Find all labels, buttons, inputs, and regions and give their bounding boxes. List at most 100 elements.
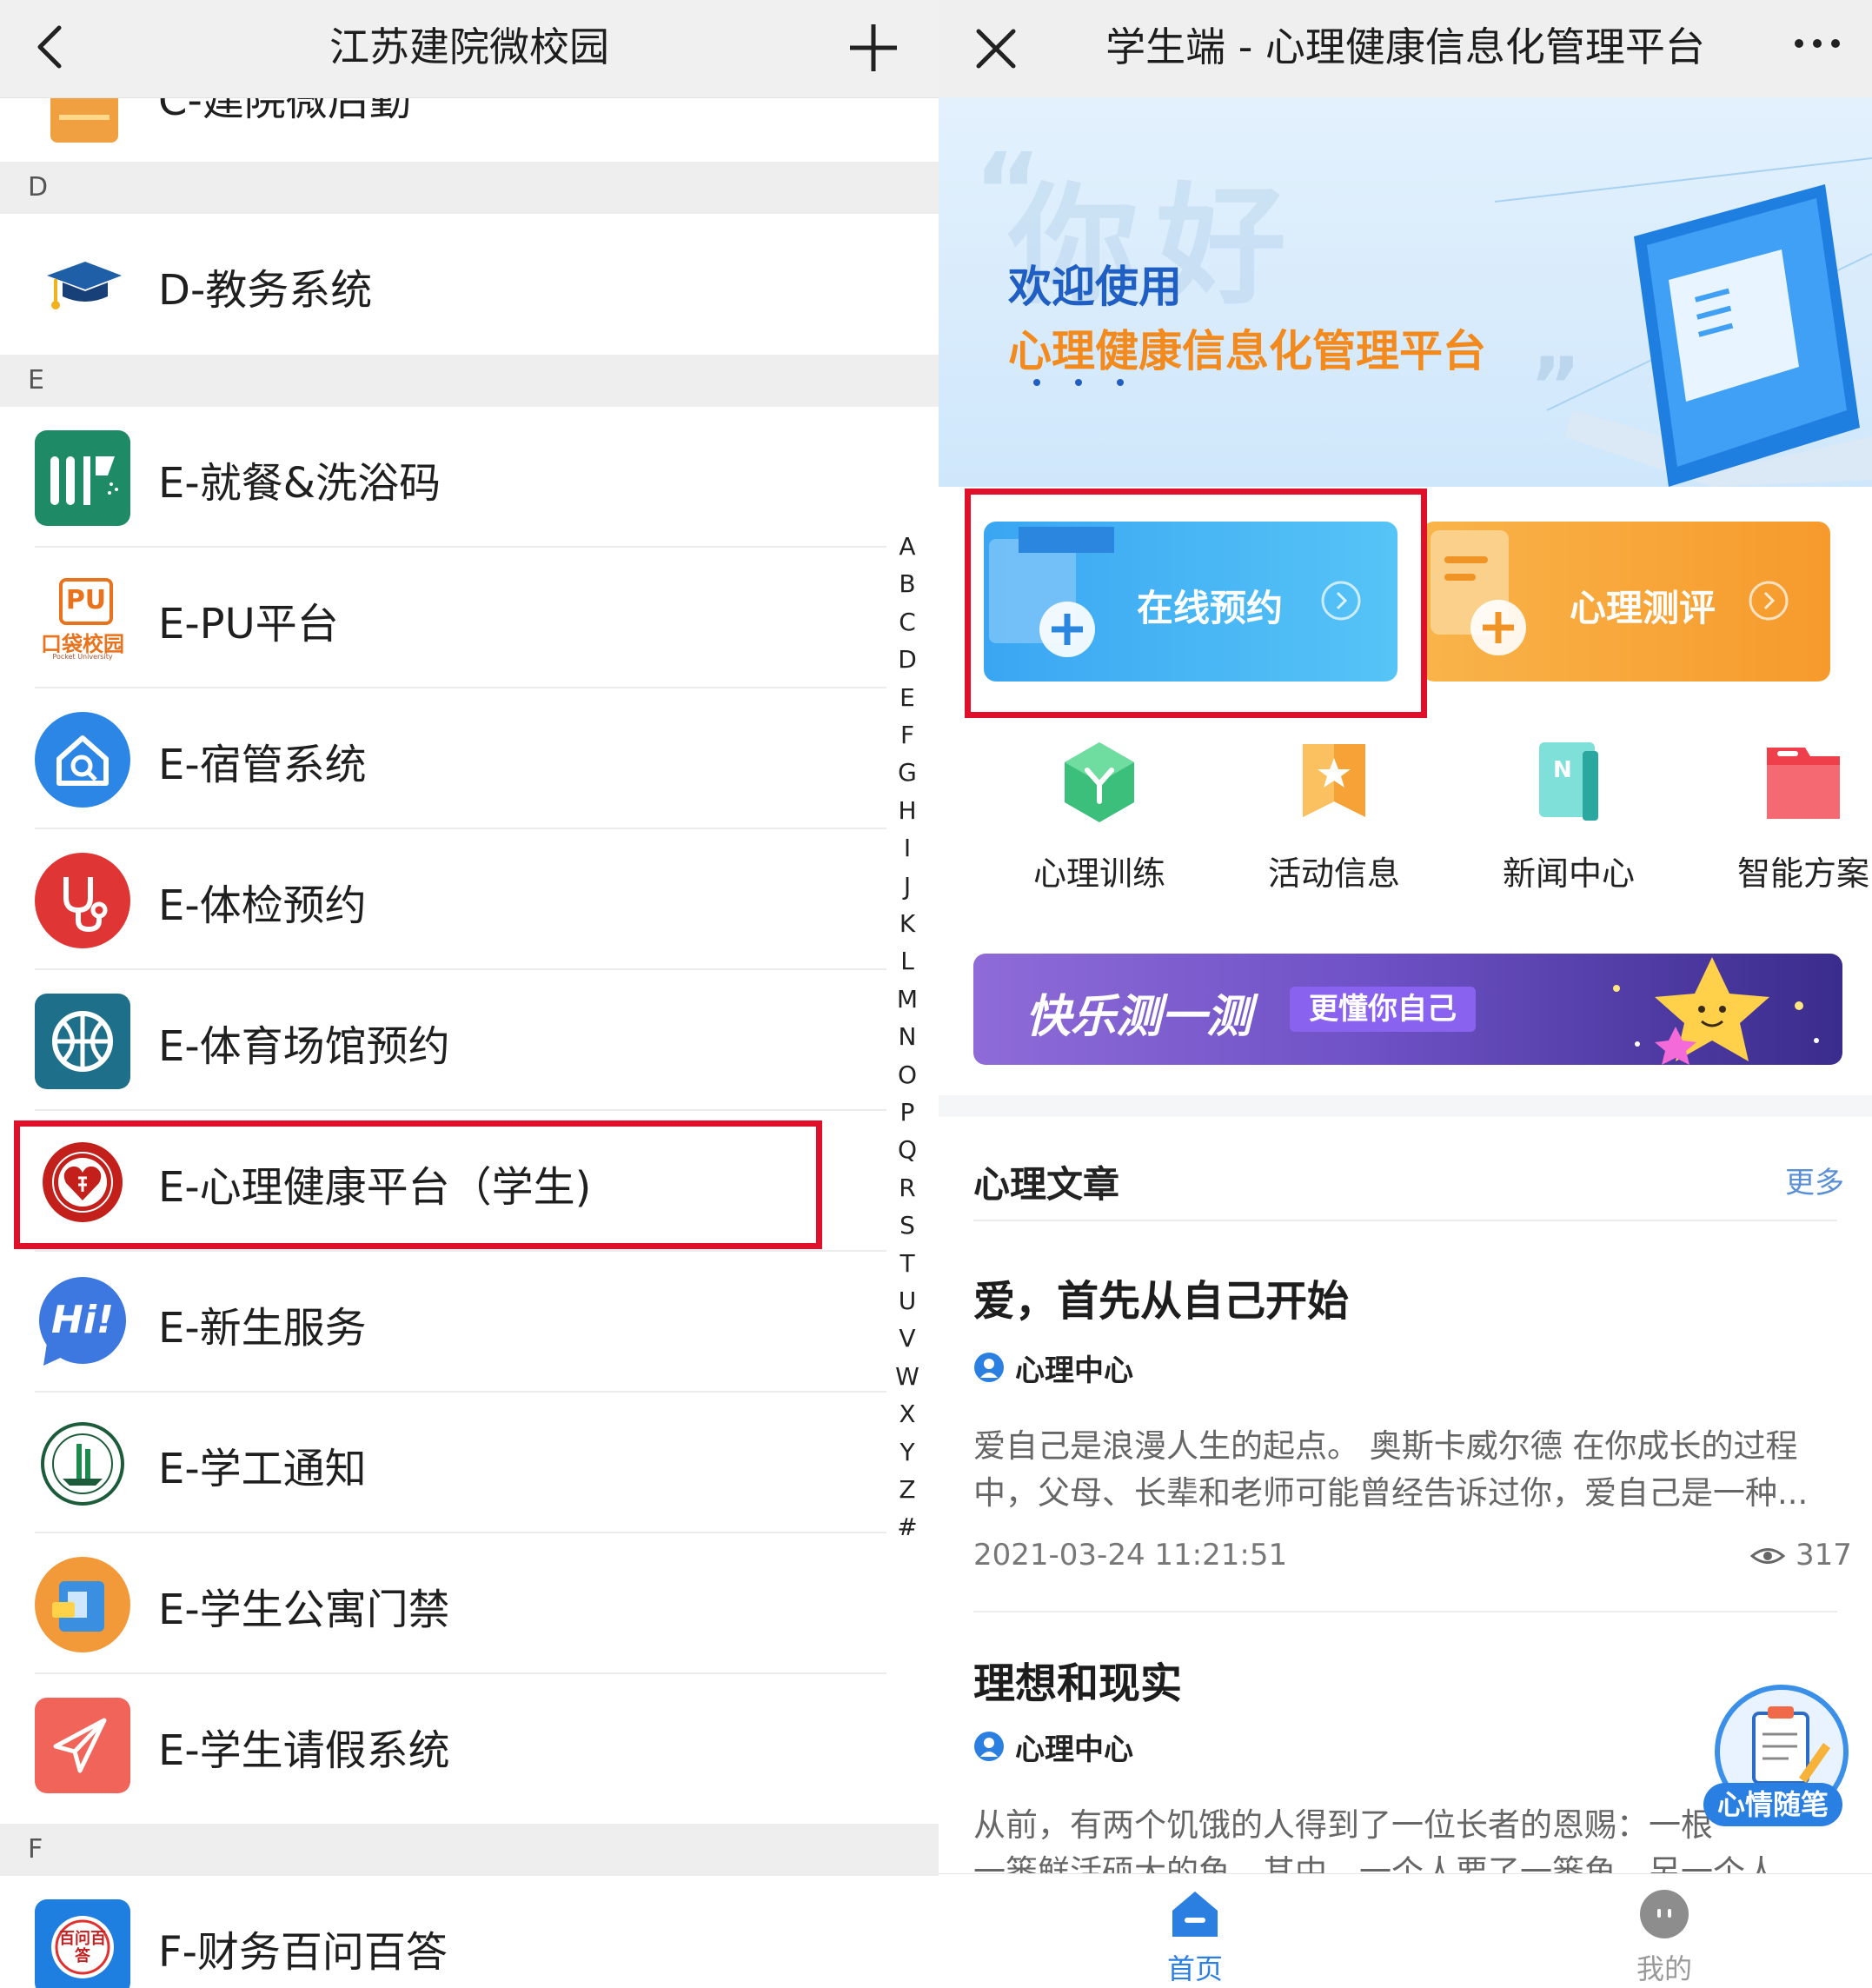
list-item-label: E-体育场馆预约 [158,1022,450,1071]
nav-mine[interactable]: 我的 [1608,1883,1721,1987]
close-icon[interactable] [970,23,1022,75]
alphabet-index-letter[interactable]: W [892,1362,923,1391]
grid-item-activity[interactable]: 活动信息 [1234,739,1434,895]
article-author: 心理中心 [1015,1732,1133,1767]
list-item-e-pu[interactable]: PU 口袋校园 Pocket University E-PU平台 [0,548,939,688]
alphabet-index-letter[interactable]: # [892,1513,923,1541]
section-header-e: E [0,355,939,407]
list-item-label: E-体检预约 [158,881,367,930]
list-item-label: E-新生服务 [158,1304,367,1353]
grid-item-news[interactable]: N 新闻中心 [1469,739,1669,895]
plus-icon[interactable] [843,17,904,78]
alphabet-index-letter[interactable]: L [892,947,923,975]
happy-sub-badge: 更懂你自己 [1290,987,1476,1032]
list-item-label: D-教务系统 [158,266,373,315]
list-item-e-notice[interactable]: E-学工通知 [0,1393,939,1533]
alphabet-index-letter[interactable]: S [892,1211,923,1240]
grid-label: 心理训练 [1032,854,1165,893]
happy-test-banner[interactable]: 快乐测一测 更懂你自己 [973,954,1842,1065]
grid-item-solution[interactable]: 智能方案 [1703,739,1872,895]
alphabet-index-letter[interactable]: C [892,608,923,636]
list-item-f-finance[interactable]: 百问百答 F-财务百问百答 [0,1876,939,1988]
alphabet-index-letter[interactable]: V [892,1324,923,1353]
alphabet-index-letter[interactable]: B [892,569,923,598]
pu-text: PU [59,578,113,625]
alphabet-index-letter[interactable]: F [892,721,923,749]
nav-label: 我的 [1636,1952,1692,1985]
alphabet-index-letter[interactable]: Q [892,1135,923,1164]
nav-label: 首页 [1166,1952,1223,1985]
alphabet-index-letter[interactable]: Y [892,1438,923,1466]
alphabet-index-letter[interactable]: O [892,1060,923,1089]
article-excerpt-line1: 爱自己是浪漫人生的起点。 奥斯卡威尔德 在你成长的过程 [973,1427,1798,1465]
list-item-e-freshman[interactable]: Hi! E-新生服务 [0,1252,939,1393]
grid-item-training[interactable]: 心理训练 [999,739,1199,895]
alphabet-index-letter[interactable]: K [892,909,923,938]
article-date: 2021-03-24 11:21:51 [973,1538,1288,1572]
list-item-partial[interactable]: C-建院微后勤 [0,97,939,162]
pu-tiny: Pocket University [52,653,113,661]
list-item-e-dining[interactable]: E-就餐&洗浴码 [0,407,939,548]
alphabet-index-letter[interactable]: D [892,645,923,674]
nav-home[interactable]: 首页 [1138,1883,1251,1987]
list-item-e-leave[interactable]: E-学生请假系统 [0,1674,939,1815]
psych-assessment-tile[interactable]: 心理测评 [1422,522,1830,682]
section-letter: F [28,1834,43,1865]
list-item-label: E-学工通知 [158,1445,367,1493]
dining-shower-icon [35,430,130,526]
banner-dots [1032,374,1137,386]
alphabet-index-letter[interactable]: I [892,834,923,862]
article-excerpt-line2: 中，父母、长辈和老师可能曾经告诉过你，爱自己是一种... [973,1474,1809,1512]
more-options-icon[interactable] [1787,26,1848,61]
access-card-icon [35,1557,130,1652]
alphabet-index-letter[interactable]: E [892,683,923,712]
alphabet-index[interactable]: A B C D E F G H I J K L M N O P Q R S T U V W X Y Z # [892,532,930,1541]
highlight-box [14,1120,822,1249]
article-views: 317 [1796,1538,1852,1572]
article-title[interactable]: 爱，首先从自己开始 [973,1267,1349,1327]
chevron-circle-icon [1749,581,1789,621]
alphabet-index-letter[interactable]: Z [892,1475,923,1504]
alphabet-index-letter[interactable]: T [892,1249,923,1278]
section-letter: E [28,365,44,396]
computer-illustration [1495,157,1872,487]
alphabet-index-letter[interactable]: R [892,1174,923,1202]
bottom-nav: 首页 我的 [939,1873,1872,1988]
alphabet-index-letter[interactable]: U [892,1287,923,1315]
list-item-e-dorm[interactable]: E-宿管系统 [0,688,939,829]
more-link[interactable]: 更多 [1785,1159,1844,1201]
user-icon [974,1732,1004,1761]
title-bar: 学生端 - 心理健康信息化管理平台 [939,0,1872,98]
list-item-e-checkup[interactable]: E-体检预约 [0,829,939,970]
paper-plane-icon [35,1698,130,1793]
banner-line1: 欢迎使用 [1008,262,1182,312]
list-item-d-jiaowu[interactable]: D-教务系统 [0,214,939,355]
section-header-d: D [0,162,939,214]
alphabet-index-letter[interactable]: J [892,872,923,901]
list-item-label: E-学生请假系统 [158,1726,450,1775]
stethoscope-icon [35,853,130,948]
mood-diary-float-button[interactable]: 心情随笔 [1703,1682,1860,1838]
alphabet-index-letter[interactable]: X [892,1400,923,1428]
highlight-box [965,489,1427,718]
alphabet-index-letter[interactable]: P [892,1098,923,1127]
star-mascot-icon [1613,957,1819,1065]
alphabet-index-letter[interactable]: N [892,1022,923,1051]
window-title: 学生端 - 心理健康信息化管理平台 [1105,23,1705,70]
list-item-e-stadium[interactable]: E-体育场馆预约 [0,970,939,1111]
college-seal-icon [35,1416,130,1512]
article-excerpt-line1: 从前，有两个饥饿的人得到了一位长者的恩赐：一根 [973,1806,1713,1844]
divider [973,1611,1837,1612]
activity-icon [1303,744,1365,817]
alphabet-index-letter[interactable]: G [892,758,923,787]
assessment-add-icon [1431,530,1526,655]
list-item-e-access[interactable]: E-学生公寓门禁 [0,1533,939,1674]
article-title[interactable]: 理想和现实 [973,1649,1182,1710]
alphabet-index-letter[interactable]: H [892,796,923,825]
home-icon [1172,1892,1218,1937]
alphabet-index-letter[interactable]: M [892,985,923,1014]
alphabet-index-letter[interactable]: A [892,532,923,561]
list-item-label: E-PU平台 [158,600,339,648]
mental-health-app-panel: 学生端 - 心理健康信息化管理平台 “ 你好 欢迎使用 心理健康信息化管理平台 … [939,0,1872,1988]
svg-text:N: N [1553,757,1572,783]
